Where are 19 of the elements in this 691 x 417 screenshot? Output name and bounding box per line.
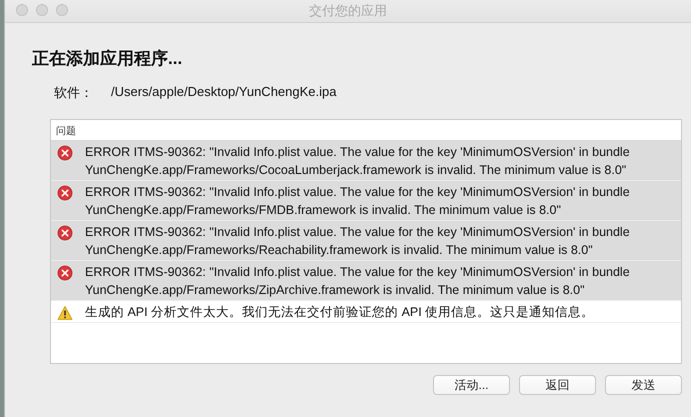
issue-row[interactable]: ERROR ITMS-90362: "Invalid Info.plist value. The value for the key 'MinimumOSVersion' in bundle YunChengKe.app/Frameworks/Reachability.framework is invalid. The minimum value is 8.0": [51, 221, 681, 261]
issue-message: 生成的 API 分析文件太大。我们无法在交付前验证您的 API 使用信息。这只是通知信息。: [85, 304, 594, 321]
issue-row[interactable]: ERROR ITMS-90362: "Invalid Info.plist value. The value for the key 'MinimumOSVersion' in bundle YunChengKe.app/Frameworks/ZipArchive.framework is invalid. The minimum value is 8.0": [51, 261, 681, 301]
issue-message: ERROR ITMS-90362: "Invalid Info.plist value. The value for the key 'MinimumOSVersion' in bundle YunChengKe.app/Frameworks/Reachability.framework is invalid. The minimum value is 8.0": [85, 224, 631, 259]
zoom-button[interactable]: [56, 4, 68, 16]
issue-row[interactable]: ERROR ITMS-90362: "Invalid Info.plist value. The value for the key 'MinimumOSVersion' in bundle YunChengKe.app/Frameworks/CocoaLumberjack.framework is invalid. The minimum value is 8.0": [51, 141, 681, 181]
software-path: /Users/apple/Desktop/YunChengKe.ipa: [111, 84, 336, 101]
issue-message: ERROR ITMS-90362: "Invalid Info.plist value. The value for the key 'MinimumOSVersion' in bundle YunChengKe.app/Frameworks/ZipArchive.framework is invalid. The minimum value is 8.0": [85, 264, 631, 299]
issue-message: ERROR ITMS-90362: "Invalid Info.plist value. The value for the key 'MinimumOSVersion' in bundle YunChengKe.app/Frameworks/FMDB.framework is invalid. The minimum value is 8.0": [85, 184, 631, 219]
close-button[interactable]: [16, 4, 28, 16]
issue-row[interactable]: ERROR ITMS-90362: "Invalid Info.plist value. The value for the key 'MinimumOSVersion' in bundle YunChengKe.app/Frameworks/FMDB.framework is invalid. The minimum value is 8.0": [51, 181, 681, 221]
window-title: 交付您的应用: [309, 2, 387, 20]
issue-message: ERROR ITMS-90362: "Invalid Info.plist value. The value for the key 'MinimumOSVersion' in bundle YunChengKe.app/Frameworks/CocoaLumberjack.framework is invalid. The minimum value is 8.0": [85, 144, 631, 179]
dialog-button[interactable]: 发送: [605, 375, 682, 395]
dialog-button[interactable]: 活动...: [433, 375, 510, 395]
heading: 正在添加应用程序...: [32, 48, 184, 70]
minimize-button[interactable]: [36, 4, 48, 16]
dialog-button[interactable]: 返回: [519, 375, 596, 395]
software-label: 软件：: [54, 84, 93, 102]
